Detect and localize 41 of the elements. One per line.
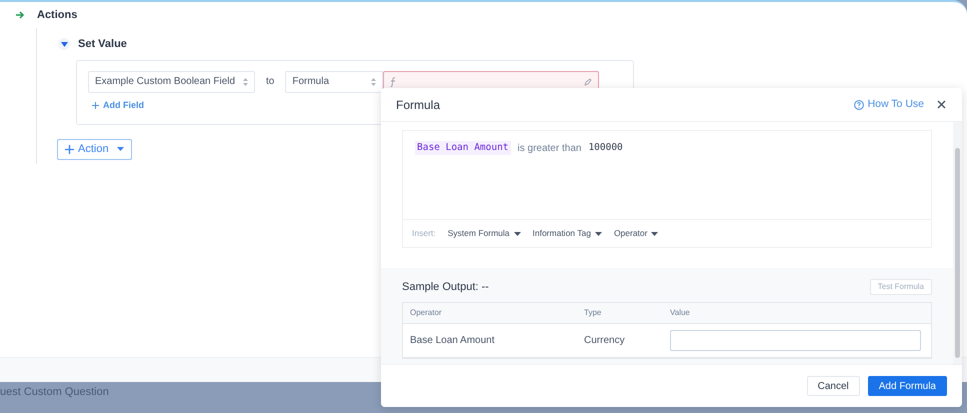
operator-text: is greater than	[518, 142, 582, 156]
function-icon	[390, 76, 396, 86]
close-icon	[937, 100, 946, 109]
insert-menu[interactable]: Operator	[614, 227, 658, 240]
pencil-icon	[584, 78, 592, 86]
mode-select[interactable]: Formula	[285, 70, 384, 92]
caret-icon	[651, 232, 658, 236]
value-input[interactable]	[670, 330, 921, 350]
insert-menu[interactable]: System Formula	[448, 227, 520, 240]
section-title: Actions	[37, 8, 78, 23]
group-title: Set Value	[78, 37, 127, 52]
sort-arrows-icon	[371, 78, 376, 86]
question-title: uest Custom Question	[0, 385, 109, 400]
cancel-button[interactable]: Cancel	[806, 376, 860, 396]
column-header: Operator	[410, 306, 443, 318]
column-header: Value	[670, 306, 691, 318]
column-header: Type	[584, 306, 602, 318]
sample-output-label: Sample Output: --	[402, 280, 489, 295]
insert-label: Insert:	[412, 227, 436, 240]
caret-icon	[594, 232, 602, 236]
add-action-button[interactable]: Action	[57, 138, 132, 160]
table-cell-text: Currency	[584, 334, 626, 348]
information-tag[interactable]: Base Loan Amount	[415, 141, 511, 156]
insert-menu[interactable]: Information Tag	[532, 227, 602, 240]
connector-label: to	[266, 75, 274, 89]
dialog-title: Formula	[396, 96, 442, 114]
arrow-right-icon	[16, 11, 25, 19]
help-icon	[854, 100, 864, 110]
table-cell-text: Base Loan Amount	[410, 334, 496, 348]
caret-icon	[60, 42, 68, 47]
plus-icon	[65, 144, 74, 154]
close-button[interactable]	[937, 100, 947, 110]
field-select[interactable]: Example Custom Boolean Field	[88, 70, 255, 92]
sort-arrows-icon	[243, 78, 248, 86]
formula-editor[interactable]: Base Loan Amount is greater than 100000 Insert: System Formula Information Tag Operator	[402, 130, 932, 248]
add-formula-button[interactable]: Add Formula	[868, 376, 947, 396]
plus-icon	[92, 102, 99, 109]
caret-icon	[116, 147, 124, 151]
caret-icon	[514, 232, 520, 236]
number-value: 100000	[588, 141, 623, 155]
collapse-toggle[interactable]	[58, 38, 70, 50]
